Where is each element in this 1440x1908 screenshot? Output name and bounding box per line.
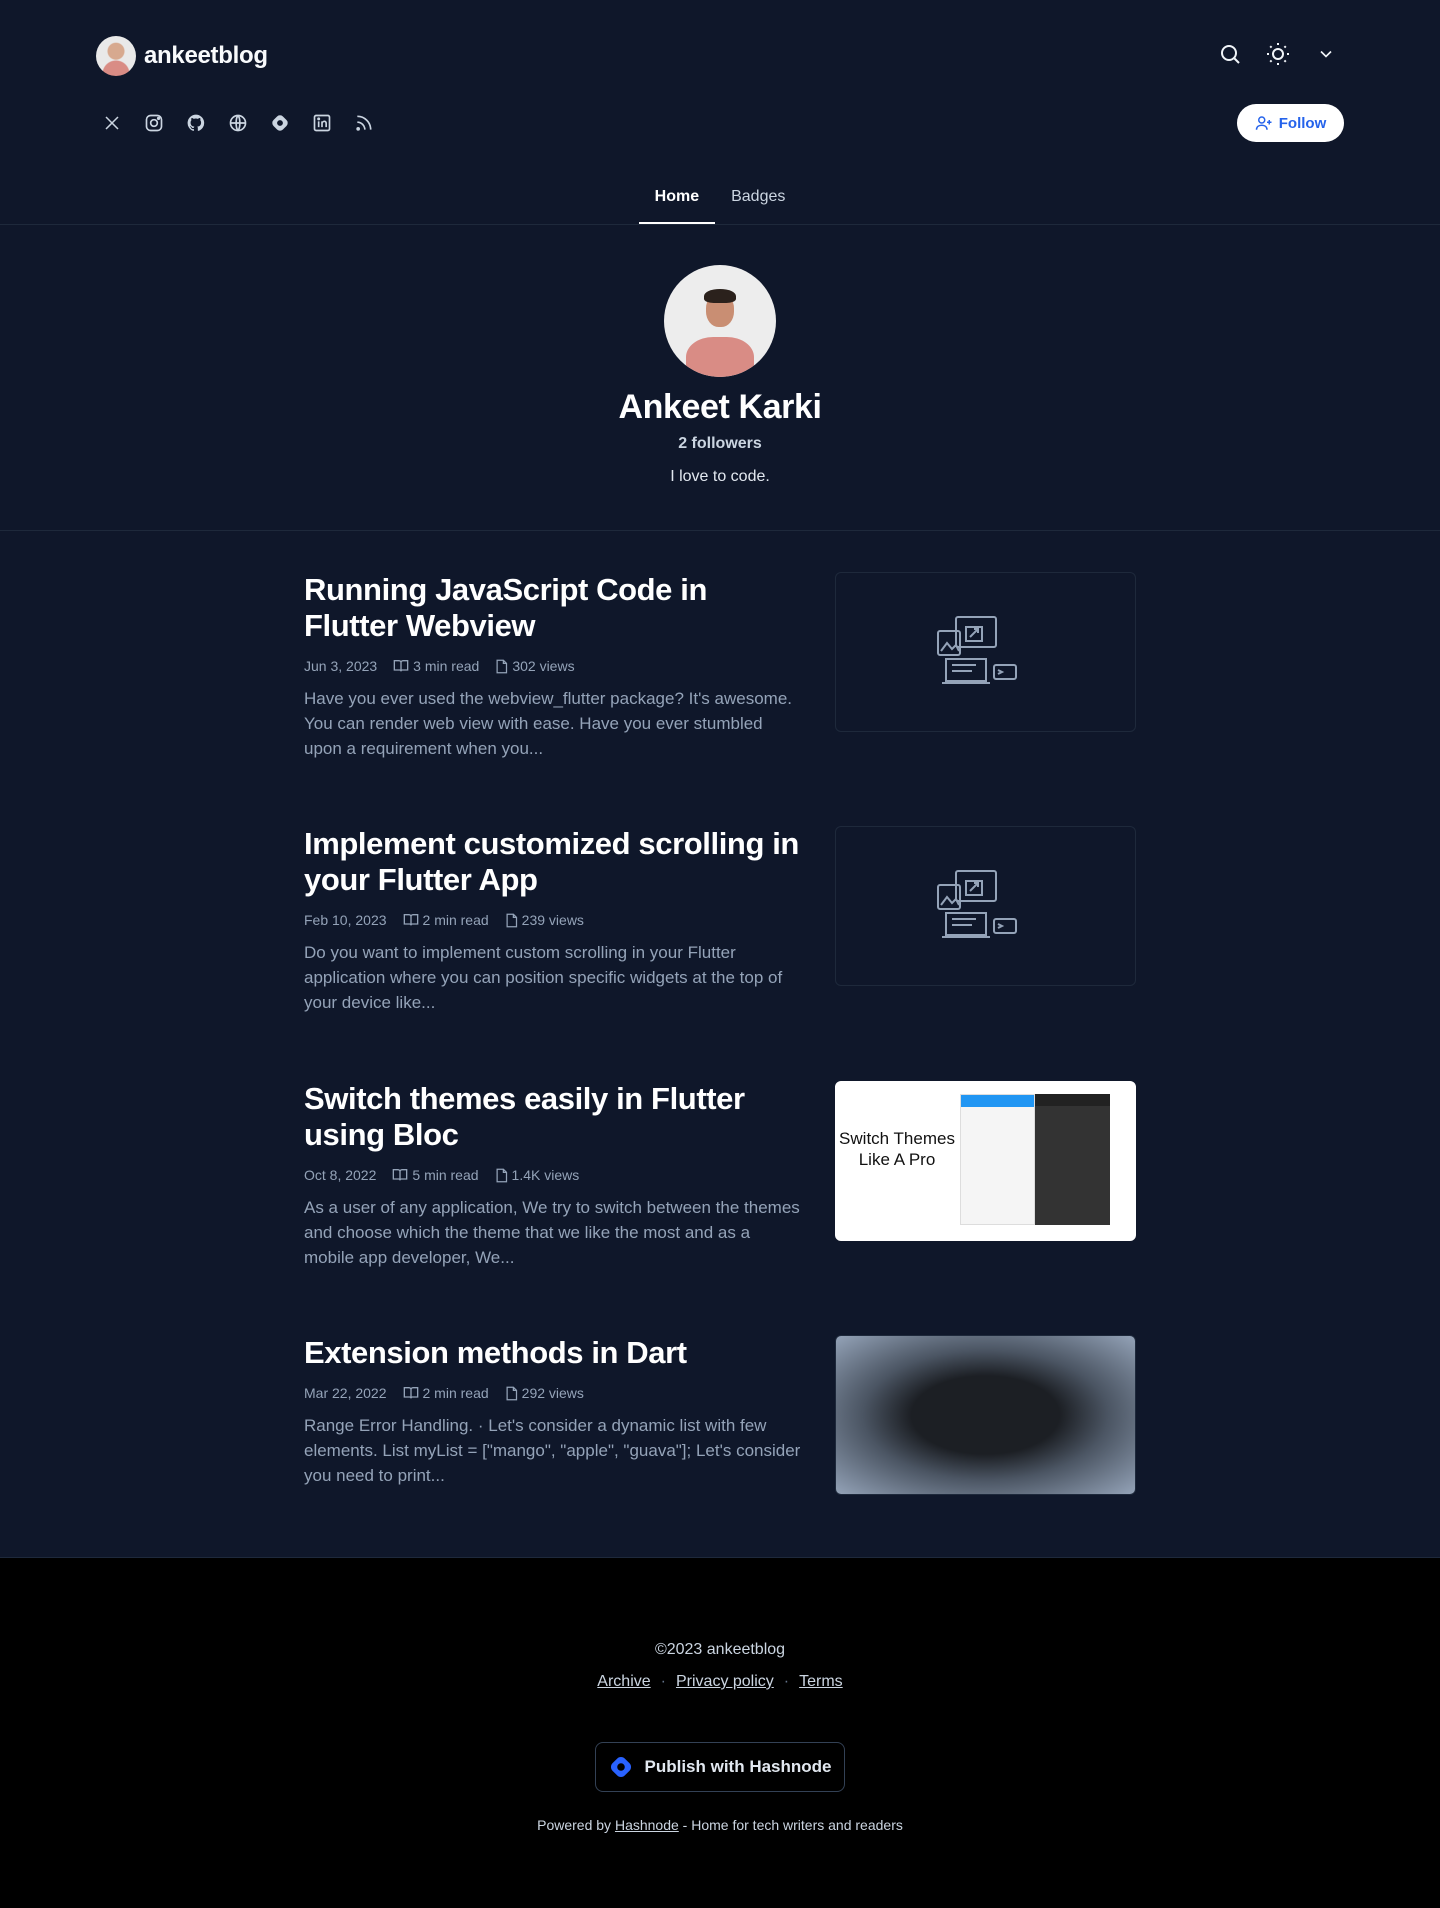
views: 1.4K views — [495, 1167, 580, 1183]
follow-label: Follow — [1278, 114, 1327, 132]
read-time: 2 min read — [403, 912, 489, 928]
github-icon[interactable] — [180, 105, 212, 141]
post-excerpt: Range Error Handling. · Let's consider a… — [304, 1416, 801, 1485]
copyright: ©2023 ankeetblog — [654, 1641, 786, 1658]
views-label: 1.4K views — [511, 1167, 580, 1183]
brand-avatar — [96, 36, 136, 76]
footer-links: Archive · Privacy policy · Terms — [0, 1673, 1440, 1691]
document-icon — [496, 1168, 507, 1182]
read-time: 5 min read — [392, 1167, 479, 1183]
post-cover-image[interactable]: Switch Themes Like A Pro — [835, 1081, 1136, 1241]
social-links — [96, 105, 380, 141]
post-date: Feb 10, 2023 — [304, 912, 387, 928]
post-cover-placeholder[interactable] — [835, 826, 1136, 986]
tab-badges[interactable]: Badges — [715, 180, 801, 224]
post-excerpt: As a user of any application, We try to … — [304, 1198, 800, 1267]
site-footer: ©2023 ankeetblog Archive · Privacy polic… — [0, 1557, 1440, 1908]
post-meta: Mar 22, 2022 2 min read 292 views — [304, 1385, 584, 1401]
hashnode-icon[interactable] — [264, 105, 296, 141]
site-header: ankeetblog Follow Home Badges — [0, 0, 1440, 225]
separator: · — [783, 1673, 790, 1690]
post-card[interactable]: Implement customized scrolling in your F… — [304, 826, 1136, 1012]
brand-link[interactable]: ankeetblog — [96, 36, 268, 76]
hashnode-logo-icon — [611, 1756, 632, 1778]
post-excerpt: Do you want to implement custom scrollin… — [304, 943, 783, 1012]
profile-avatar — [664, 265, 776, 377]
cover-caption: Switch Themes Like A Pro — [839, 1129, 955, 1169]
post-title[interactable]: Running JavaScript Code in Flutter Webvi… — [304, 572, 804, 644]
read-time: 3 min read — [393, 658, 479, 674]
archive-link[interactable]: Archive — [597, 1673, 650, 1691]
post-excerpt: Have you ever used the webview_flutter p… — [304, 689, 793, 758]
read-time-label: 5 min read — [412, 1167, 479, 1183]
post-title[interactable]: Extension methods in Dart — [304, 1335, 804, 1371]
powered-by: Powered by Hashnode - Home for tech writ… — [0, 1817, 1440, 1833]
followers-count[interactable]: 2 followers — [0, 435, 1440, 453]
header-actions — [1212, 36, 1344, 72]
views: 302 views — [495, 658, 575, 674]
post-date: Oct 8, 2022 — [304, 1167, 377, 1183]
views-label: 239 views — [521, 912, 584, 928]
powered-prefix: Powered by — [537, 1817, 612, 1833]
x-icon[interactable] — [96, 105, 128, 141]
powered-suffix: - Home for tech writers and readers — [682, 1817, 903, 1833]
post-card[interactable]: Switch themes easily in Flutter using Bl… — [304, 1081, 1136, 1267]
light-theme-screenshot — [960, 1094, 1035, 1225]
post-date: Mar 22, 2022 — [304, 1385, 387, 1401]
post-card[interactable]: Extension methods in Dart Mar 22, 2022 2… — [304, 1335, 1136, 1495]
main-nav: Home Badges — [0, 180, 1440, 224]
publish-with-hashnode-button[interactable]: Publish with Hashnode — [595, 1742, 845, 1792]
post-card[interactable]: Running JavaScript Code in Flutter Webvi… — [304, 572, 1136, 758]
read-time-label: 2 min read — [422, 912, 489, 928]
book-icon — [403, 1387, 418, 1399]
document-icon — [496, 659, 508, 673]
profile-bio: I love to code. — [670, 468, 770, 485]
hashnode-link[interactable]: Hashnode — [615, 1817, 679, 1833]
image-placeholder-icon — [937, 616, 1017, 684]
post-cover-placeholder[interactable] — [835, 572, 1136, 732]
image-placeholder-icon — [937, 870, 1017, 938]
post-meta: Jun 3, 2023 3 min read 302 views — [304, 658, 575, 674]
views-label: 302 views — [512, 658, 575, 674]
post-date: Jun 3, 2023 — [304, 658, 378, 674]
author-profile: Ankeet Karki 2 followers I love to code. — [0, 226, 1440, 531]
chevron-down-icon[interactable] — [1308, 36, 1344, 72]
post-meta: Oct 8, 2022 5 min read 1.4K views — [304, 1167, 579, 1183]
profile-name: Ankeet Karki — [618, 388, 822, 426]
instagram-icon[interactable] — [138, 105, 170, 141]
terms-link[interactable]: Terms — [799, 1673, 843, 1691]
book-icon — [403, 914, 418, 926]
views: 239 views — [505, 912, 584, 928]
user-plus-icon — [1255, 116, 1272, 130]
read-time-label: 2 min read — [422, 1385, 489, 1401]
tab-home[interactable]: Home — [638, 180, 716, 224]
book-icon — [393, 660, 409, 672]
post-cover-image[interactable] — [835, 1335, 1136, 1495]
linkedin-icon[interactable] — [306, 105, 338, 141]
read-time: 2 min read — [403, 1385, 489, 1401]
globe-icon[interactable] — [222, 105, 254, 141]
dark-theme-screenshot — [1035, 1094, 1110, 1225]
rss-icon[interactable] — [348, 105, 380, 141]
search-icon[interactable] — [1212, 36, 1248, 72]
separator: · — [660, 1673, 666, 1690]
read-time-label: 3 min read — [413, 658, 480, 674]
follow-button[interactable]: Follow — [1237, 104, 1344, 142]
document-icon — [506, 913, 517, 927]
views: 292 views — [505, 1385, 584, 1401]
document-icon — [506, 1386, 517, 1400]
publish-label: Publish with Hashnode — [644, 1757, 832, 1776]
views-label: 292 views — [521, 1385, 584, 1401]
post-title[interactable]: Switch themes easily in Flutter using Bl… — [304, 1081, 804, 1153]
book-icon — [393, 1169, 408, 1181]
sun-icon[interactable] — [1260, 36, 1296, 72]
post-meta: Feb 10, 2023 2 min read 239 views — [304, 912, 584, 928]
post-title[interactable]: Implement customized scrolling in your F… — [304, 826, 804, 898]
brand-name: ankeetblog — [144, 42, 268, 69]
privacy-policy-link[interactable]: Privacy policy — [676, 1673, 774, 1691]
